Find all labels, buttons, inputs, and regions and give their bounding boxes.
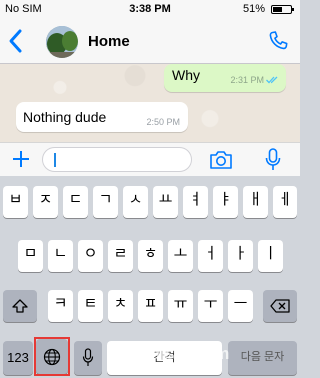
read-receipt-icon (266, 76, 278, 84)
message-timestamp: 2:50 PM (146, 117, 180, 127)
key[interactable]: ㅠ (168, 290, 193, 322)
key[interactable]: ㅐ (243, 186, 268, 218)
microphone-icon (265, 148, 281, 170)
key[interactable]: ㄹ (108, 240, 133, 272)
phone-icon (269, 31, 288, 50)
camera-button[interactable] (208, 149, 234, 171)
key[interactable]: ㅈ (33, 186, 58, 218)
key[interactable]: ㅏ (228, 240, 253, 272)
message-text: Why (172, 67, 200, 83)
battery-icon (271, 5, 294, 14)
chevron-left-icon (9, 29, 22, 53)
globe-icon (43, 348, 61, 365)
avatar-image (46, 26, 78, 58)
key[interactable]: ㅌ (78, 290, 103, 322)
message-input[interactable] (42, 147, 192, 172)
numbers-key[interactable]: 123 (3, 341, 33, 375)
backspace-key[interactable] (263, 290, 297, 322)
key[interactable]: ㅣ (258, 240, 283, 272)
key[interactable]: ㅋ (48, 290, 73, 322)
space-key[interactable]: 간격 (107, 341, 222, 375)
plus-icon (13, 151, 29, 167)
chat-title[interactable]: Home (88, 33, 130, 50)
dictation-key[interactable] (74, 341, 102, 375)
call-button[interactable] (266, 29, 290, 53)
globe-key[interactable] (36, 339, 68, 374)
shift-key[interactable] (3, 290, 37, 322)
status-bar: No SIM 3:38 PM 51% (0, 0, 300, 20)
key[interactable]: ㅑ (213, 186, 238, 218)
key[interactable]: ㄷ (63, 186, 88, 218)
key[interactable]: ㅔ (273, 186, 297, 218)
message-list[interactable]: Why 2:31 PM Nothing dude 2:50 PM (0, 64, 300, 142)
return-key[interactable]: 다음 문자 (228, 341, 297, 375)
key[interactable]: ㄴ (48, 240, 73, 272)
key[interactable]: ㅊ (108, 290, 133, 322)
key[interactable]: ㅁ (18, 240, 43, 272)
key[interactable]: ㅅ (123, 186, 148, 218)
attach-button[interactable] (10, 148, 32, 170)
key[interactable]: ㅂ (3, 186, 28, 218)
message-timestamp: 2:31 PM (230, 75, 264, 85)
key[interactable]: ㅜ (198, 290, 223, 322)
camera-icon (210, 151, 232, 169)
composer-bar (0, 142, 300, 176)
voice-button[interactable] (264, 147, 282, 173)
key[interactable]: ㅍ (138, 290, 163, 322)
key[interactable]: ㅓ (198, 240, 223, 272)
key[interactable]: ㅡ (228, 290, 253, 322)
keyboard: ㅂ ㅈ ㄷ ㄱ ㅅ ㅛ ㅕ ㅑ ㅐ ㅔ ㅁ ㄴ ㅇ ㄹ ㅎ ㅗ ㅓ ㅏ ㅣ ㅋ … (0, 176, 300, 378)
key[interactable]: ㄱ (93, 186, 118, 218)
chat-header: Home (0, 20, 300, 64)
outgoing-message[interactable]: Why 2:31 PM (164, 64, 286, 92)
battery-fill (273, 7, 282, 12)
avatar[interactable] (46, 26, 78, 58)
text-caret (54, 153, 56, 167)
key[interactable]: ㅇ (78, 240, 103, 272)
incoming-message[interactable]: Nothing dude 2:50 PM (16, 102, 188, 132)
microphone-icon (82, 348, 94, 366)
key[interactable]: ㅕ (183, 186, 208, 218)
battery-percentage: 51% (242, 3, 265, 15)
shift-icon (12, 299, 28, 313)
key[interactable]: ㅗ (168, 240, 193, 272)
message-text: Nothing dude (23, 109, 107, 125)
back-button[interactable] (6, 28, 26, 54)
backspace-icon (270, 299, 290, 313)
key[interactable]: ㅛ (153, 186, 178, 218)
key[interactable]: ㅎ (138, 240, 163, 272)
